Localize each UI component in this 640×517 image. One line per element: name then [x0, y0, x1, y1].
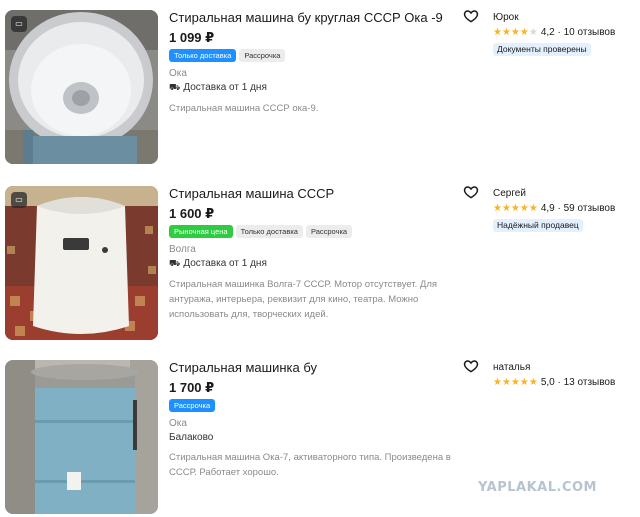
gallery-icon: ▭	[11, 16, 27, 32]
listing-photo[interactable]	[5, 360, 158, 514]
delivery-text: Доставка от 1 дня	[183, 82, 267, 93]
delivery-info: ⛟ Доставка от 1 дня	[169, 257, 479, 271]
badge-row: Только доставка Рассрочка	[169, 49, 479, 63]
seller-rating: ★★★★★ 4,2 · 10 отзывов	[493, 26, 638, 39]
reviews-link[interactable]: · 59 отзывов	[558, 203, 616, 214]
listing-brand: Ока	[169, 418, 187, 429]
listing-photo[interactable]: ▭	[5, 10, 158, 164]
listing-brand: Волга	[169, 244, 196, 255]
listing-price: 1 600 ₽	[169, 206, 215, 221]
listing-title[interactable]: Стиральная машина бу круглая СССР Ока -9	[169, 10, 479, 26]
installment-badge: Рассрочка	[239, 49, 286, 62]
seller-badge: Документы проверены	[493, 43, 591, 56]
listing-description: Стиральная машина Ока-7, активаторного т…	[169, 452, 451, 478]
listing-brand: Ока	[169, 68, 187, 79]
seller-rating: ★★★★★ 4,9 · 59 отзывов	[493, 202, 638, 215]
listing-photo[interactable]: ▭	[5, 186, 158, 340]
listing-title[interactable]: Стиральная машинка бу	[169, 360, 479, 376]
truck-icon: ⛟	[169, 83, 181, 93]
delivery-only-badge: Только доставка	[235, 225, 303, 238]
rating-value: 5,0	[540, 377, 555, 388]
seller-block: Юрок ★★★★★ 4,2 · 10 отзывов Документы про…	[493, 11, 638, 57]
badge-row: Рыночная цена Только доставка Рассрочка	[169, 225, 479, 239]
delivery-text: Доставка от 1 дня	[183, 258, 267, 269]
seller-name[interactable]: наталья	[493, 361, 638, 374]
listing-card[interactable]: ▭ Стиральная машина СССР 1 600 ₽ Рыночна…	[0, 180, 640, 350]
rating-stars: ★★★★★	[493, 27, 538, 38]
listing-card[interactable]: ▭ Стиральная машина бу круглая СССР Ока …	[0, 4, 640, 174]
heart-outline-icon	[463, 186, 479, 199]
truck-icon: ⛟	[169, 259, 181, 269]
reviews-link[interactable]: · 13 отзывов	[558, 377, 616, 388]
listing-price: 1 099 ₽	[169, 30, 215, 45]
rating-value: 4,2	[540, 27, 555, 38]
favorite-button[interactable]	[463, 8, 479, 24]
market-price-badge: Рыночная цена	[169, 225, 233, 238]
seller-rating: ★★★★★ 5,0 · 13 отзывов	[493, 376, 638, 389]
seller-block: наталья ★★★★★ 5,0 · 13 отзывов	[493, 361, 638, 389]
listing-title[interactable]: Стиральная машина СССР	[169, 186, 479, 202]
listing-city: Балаково	[169, 432, 214, 443]
rating-stars: ★★★★★	[493, 377, 538, 388]
listing-description: Стиральная машинка Волга-7 СССР. Мотор о…	[169, 279, 438, 320]
rating-stars: ★★★★★	[493, 203, 538, 214]
washing-machine-photo	[5, 186, 158, 340]
seller-name[interactable]: Сергей	[493, 187, 638, 200]
badge-row: Рассрочка	[169, 399, 479, 413]
heart-outline-icon	[463, 10, 479, 23]
installment-badge: Рассрочка	[305, 225, 353, 238]
gallery-icon: ▭	[11, 192, 27, 208]
delivery-info: ⛟ Доставка от 1 дня	[169, 81, 479, 95]
listing-description: Стиральная машина СССР ока-9.	[169, 103, 319, 114]
washing-machine-photo	[5, 360, 158, 514]
washing-machine-photo	[5, 10, 158, 164]
seller-name[interactable]: Юрок	[493, 11, 638, 24]
watermark: YAPLAKAL.COM	[478, 480, 597, 495]
rating-value: 4,9	[540, 203, 555, 214]
favorite-button[interactable]	[463, 358, 479, 374]
seller-block: Сергей ★★★★★ 4,9 · 59 отзывов Надёжный пр…	[493, 187, 638, 233]
seller-badge: Надёжный продавец	[493, 219, 583, 232]
listing-price: 1 700 ₽	[169, 380, 215, 395]
reviews-link[interactable]: · 10 отзывов	[558, 27, 616, 38]
installment-badge: Рассрочка	[169, 399, 216, 412]
heart-outline-icon	[463, 360, 479, 373]
delivery-only-badge: Только доставка	[169, 49, 237, 62]
favorite-button[interactable]	[463, 184, 479, 200]
